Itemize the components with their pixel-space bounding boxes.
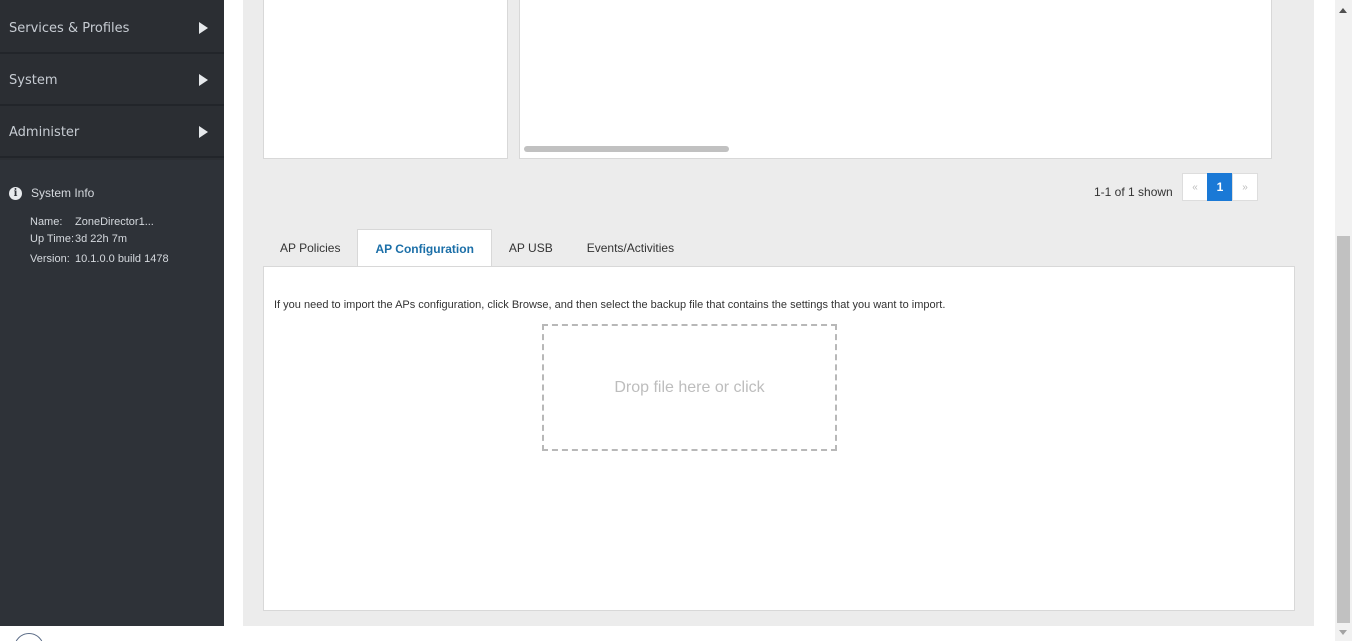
nav-services-profiles[interactable]: Services & Profiles [0, 4, 224, 54]
tab-ap-policies[interactable]: AP Policies [263, 229, 357, 267]
dropzone-label: Drop file here or click [614, 378, 765, 396]
logo-icon [14, 633, 44, 641]
info-icon: i [9, 186, 22, 200]
nav-system[interactable]: System [0, 56, 224, 106]
system-info-key: Up Time: [30, 233, 75, 245]
system-info-title: System Info [31, 186, 95, 200]
pagination-summary: 1-1 of 1 shown [1094, 185, 1173, 199]
nav-label: System [9, 72, 58, 88]
system-info-value: 10.1.0.0 build 1478 [75, 253, 169, 265]
system-info-header: i System Info [9, 186, 94, 200]
page-1-button[interactable]: 1 [1207, 173, 1233, 201]
tab-events-activities[interactable]: Events/Activities [570, 229, 691, 267]
system-info-name-row: Name: ZoneDirector1... [30, 216, 190, 229]
main-content: 1-1 of 1 shown « 1 » AP Policies AP Conf… [243, 0, 1314, 626]
scroll-down-icon[interactable] [1339, 630, 1347, 635]
expand-arrow-icon [199, 126, 208, 138]
system-info-panel: i System Info Name: ZoneDirector1... Up … [0, 160, 224, 626]
nav-label: Services & Profiles [9, 20, 130, 36]
scroll-up-icon[interactable] [1339, 8, 1347, 13]
nav-label: Administer [9, 124, 80, 140]
ap-configuration-panel: If you need to import the APs configurat… [263, 266, 1295, 611]
system-info-key: Name: [30, 216, 63, 228]
list-panel-right [519, 0, 1272, 159]
system-info-uptime-row: Up Time: 3d 22h 7m [30, 233, 190, 246]
file-dropzone[interactable]: Drop file here or click [542, 324, 837, 451]
tab-ap-configuration[interactable]: AP Configuration [357, 229, 492, 267]
prev-page-button[interactable]: « [1182, 173, 1208, 201]
nav-administer[interactable]: Administer [0, 108, 224, 158]
scrollbar-thumb[interactable] [1337, 236, 1350, 623]
pagination: « 1 » [1182, 173, 1258, 201]
tab-bar: AP Policies AP Configuration AP USB Even… [263, 229, 691, 267]
system-info-key: Version: [30, 253, 70, 265]
expand-arrow-icon [199, 22, 208, 34]
system-info-value: ZoneDirector1... [75, 216, 154, 228]
expand-arrow-icon [199, 74, 208, 86]
next-page-button[interactable]: » [1232, 173, 1258, 201]
list-panel-left [263, 0, 508, 159]
horizontal-scrollbar[interactable] [524, 146, 729, 152]
import-instructions: If you need to import the APs configurat… [274, 299, 946, 311]
vertical-scrollbar[interactable] [1335, 0, 1352, 641]
tab-ap-usb[interactable]: AP USB [492, 229, 570, 267]
system-info-value: 3d 22h 7m [75, 233, 127, 245]
system-info-version-row: Version: 10.1.0.0 build 1478 [30, 253, 190, 266]
sidebar: Services & Profiles System Administer i … [0, 0, 224, 626]
